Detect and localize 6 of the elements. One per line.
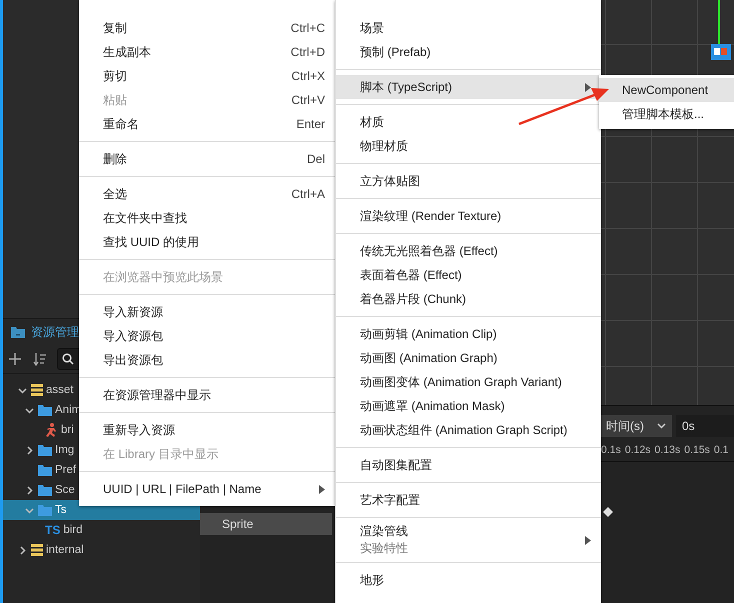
- time-tick-label: 0.1: [714, 444, 729, 456]
- time-tick-label: 0.12s: [624, 444, 651, 456]
- panel-title: 资源管理: [31, 324, 79, 340]
- time-tick-label: 0.15s: [684, 444, 710, 456]
- time-tick-label: 0.13s: [654, 444, 680, 456]
- time-tick-label: 0.1s: [601, 444, 621, 456]
